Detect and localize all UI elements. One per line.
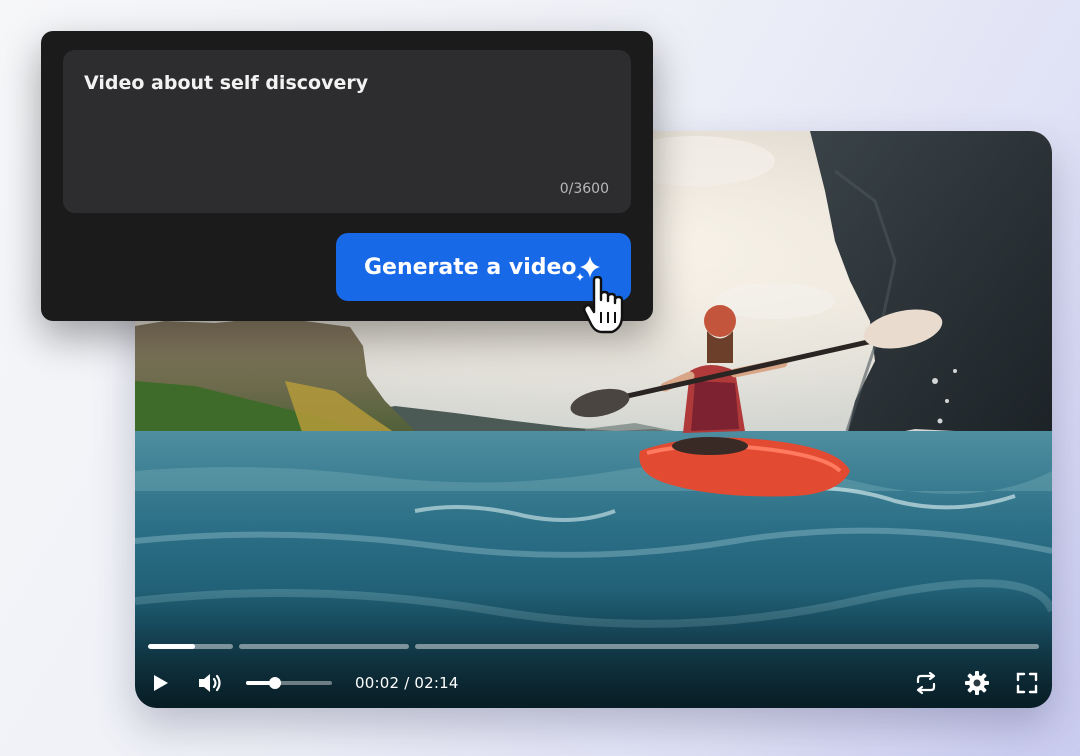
generate-video-label: Generate a video — [364, 255, 577, 280]
fullscreen-icon — [1016, 672, 1038, 694]
loop-button[interactable] — [910, 665, 942, 701]
prompt-panel: Video about self discovery 0/3600 Genera… — [41, 31, 653, 334]
progress-segment[interactable] — [148, 644, 233, 649]
play-button[interactable] — [145, 665, 175, 701]
time-display: 00:02 / 02:14 — [355, 674, 459, 692]
volume-button[interactable] — [193, 665, 227, 701]
progress-segment[interactable] — [415, 644, 1039, 649]
hand-pointer-cursor-icon — [583, 276, 624, 334]
play-icon — [154, 675, 168, 691]
gear-icon — [965, 671, 989, 695]
settings-button[interactable] — [961, 665, 993, 701]
progress-bar[interactable] — [148, 644, 1039, 649]
progress-segment[interactable] — [239, 644, 409, 649]
volume-slider-handle[interactable] — [269, 677, 282, 689]
progress-fill — [148, 644, 195, 649]
prompt-input-text: Video about self discovery — [84, 72, 369, 94]
fullscreen-button[interactable] — [1011, 665, 1043, 701]
repeat-icon — [916, 671, 936, 695]
volume-icon — [199, 674, 221, 692]
player-controls: 00:02 / 02:14 — [135, 665, 1052, 701]
volume-slider[interactable] — [246, 677, 332, 689]
character-counter: 0/3600 — [559, 181, 609, 197]
prompt-input[interactable]: Video about self discovery 0/3600 — [63, 50, 631, 213]
